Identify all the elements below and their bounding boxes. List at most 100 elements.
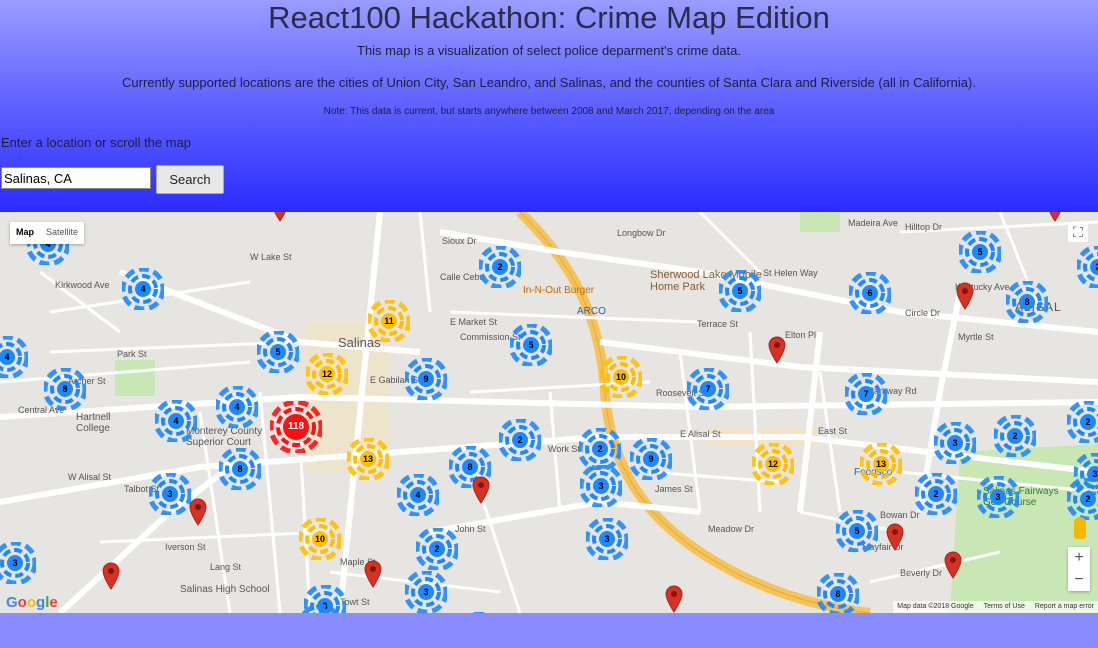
crime-cluster-marker[interactable]: 3: [934, 422, 976, 464]
cluster-count: 2: [1085, 494, 1091, 504]
crime-cluster-marker[interactable]: 7: [845, 373, 887, 415]
crime-cluster-marker[interactable]: 2: [499, 419, 541, 461]
crime-cluster-marker[interactable]: 6: [849, 272, 891, 314]
zoom-out-button[interactable]: −: [1068, 569, 1090, 591]
street-view-pegman-icon[interactable]: [1074, 517, 1086, 539]
report-error-link[interactable]: Report a map error: [1035, 601, 1094, 613]
zoom-in-button[interactable]: +: [1068, 547, 1090, 569]
map-type-satellite-button[interactable]: Satellite: [40, 222, 84, 244]
crime-location-pin-icon[interactable]: [102, 562, 120, 590]
crime-cluster-marker[interactable]: 5: [836, 510, 878, 552]
crime-location-pin-icon[interactable]: [364, 560, 382, 588]
crime-cluster-marker[interactable]: 3: [586, 518, 628, 560]
crime-cluster-marker[interactable]: 4: [397, 474, 439, 516]
crime-cluster-marker[interactable]: 2: [1077, 246, 1098, 288]
place-hartnell-college: Hartnell College: [76, 412, 111, 434]
crime-cluster-marker[interactable]: 4: [122, 268, 164, 310]
crime-location-pin-icon[interactable]: [768, 336, 786, 364]
cluster-count: 4: [415, 490, 421, 500]
crime-map[interactable]: Hartnell College Monterey County Superio…: [0, 212, 1098, 613]
crime-cluster-marker[interactable]: 4: [299, 605, 341, 613]
crime-location-pin-icon[interactable]: [886, 523, 904, 551]
cluster-count: 2: [497, 262, 503, 272]
street-label: W Lake St: [250, 252, 292, 262]
crime-cluster-marker[interactable]: 4: [155, 400, 197, 442]
cluster-count: 2: [1012, 431, 1018, 441]
crime-cluster-marker[interactable]: 12: [306, 353, 348, 395]
crime-cluster-marker[interactable]: 5: [510, 324, 552, 366]
street-label: Iverson St: [165, 542, 206, 552]
terms-link[interactable]: Terms of Use: [984, 601, 1025, 613]
crime-cluster-marker[interactable]: 12: [752, 443, 794, 485]
crime-location-pin-icon[interactable]: [1046, 212, 1064, 222]
crime-location-pin-icon[interactable]: [189, 498, 207, 526]
street-label: Bowan Dr: [880, 510, 920, 520]
crime-cluster-marker[interactable]: 4: [0, 336, 28, 378]
cluster-count: 8: [1024, 297, 1030, 307]
cluster-count: 13: [362, 454, 373, 464]
crime-cluster-marker[interactable]: 7: [687, 368, 729, 410]
cluster-count: 2: [597, 444, 603, 454]
crime-cluster-marker[interactable]: 2: [479, 246, 521, 288]
map-attribution: Map data ©2018 Google Terms of Use Repor…: [893, 601, 1098, 613]
cluster-count: 3: [12, 558, 18, 568]
cluster-count: 5: [854, 526, 860, 536]
crime-cluster-marker[interactable]: 3: [580, 465, 622, 507]
cluster-count: 2: [1095, 262, 1098, 272]
street-label: Work St: [548, 444, 580, 454]
place-in-n-out: In-N-Out Burger: [523, 285, 595, 296]
crime-cluster-marker[interactable]: 2: [915, 473, 957, 515]
crime-cluster-marker[interactable]: 11: [368, 300, 410, 342]
crime-cluster-marker[interactable]: 10: [600, 356, 642, 398]
crime-cluster-marker[interactable]: 3: [405, 571, 447, 613]
crime-cluster-marker[interactable]: 8: [44, 368, 86, 410]
crime-cluster-marker[interactable]: 8: [219, 448, 261, 490]
crime-location-pin-icon[interactable]: [472, 476, 490, 504]
cluster-count: 3: [598, 481, 604, 491]
crime-location-pin-icon[interactable]: [271, 212, 289, 222]
map-type-map-button[interactable]: Map: [10, 222, 40, 244]
supported-locations-text: Currently supported locations are the ci…: [122, 75, 976, 90]
crime-cluster-marker[interactable]: 9: [405, 358, 447, 400]
crime-cluster-marker[interactable]: 13: [860, 443, 902, 485]
crime-location-pin-icon[interactable]: [944, 551, 962, 579]
street-label: Elton Pl: [785, 330, 817, 340]
street-label: Park St: [117, 349, 147, 359]
crime-cluster-marker[interactable]: 8: [1006, 281, 1048, 323]
cluster-count: 5: [737, 286, 743, 296]
crime-cluster-marker[interactable]: 2: [1067, 478, 1098, 520]
crime-cluster-marker[interactable]: 5: [959, 231, 1001, 273]
cluster-count: 12: [321, 369, 332, 379]
crime-cluster-marker[interactable]: 4: [216, 386, 258, 428]
page-footer-band: [0, 613, 1098, 648]
crime-cluster-marker[interactable]: 2: [994, 415, 1036, 457]
crime-cluster-marker[interactable]: 2: [579, 428, 621, 470]
crime-cluster-marker[interactable]: 5: [719, 270, 761, 312]
crime-cluster-marker[interactable]: 5: [257, 331, 299, 373]
crime-cluster-marker[interactable]: 2: [1067, 401, 1098, 443]
crime-location-pin-icon[interactable]: [665, 585, 683, 613]
crime-cluster-marker[interactable]: 8: [817, 573, 859, 613]
location-search-input[interactable]: [1, 167, 151, 189]
crime-cluster-marker[interactable]: 2: [416, 528, 458, 570]
street-label: Calle Cebu: [440, 272, 485, 282]
street-label: Myrtle St: [958, 332, 994, 342]
cluster-count: 2: [933, 489, 939, 499]
page-subtitle: This map is a visualization of select po…: [357, 43, 741, 58]
crime-location-pin-icon[interactable]: [956, 282, 974, 310]
google-logo[interactable]: Google: [6, 594, 58, 611]
street-label: Hilltop Dr: [905, 222, 943, 232]
street-label: W Alisal St: [68, 472, 112, 482]
crime-cluster-marker[interactable]: 10: [299, 518, 341, 560]
crime-cluster-marker[interactable]: 9: [630, 438, 672, 480]
crime-cluster-marker[interactable]: 3: [149, 473, 191, 515]
zoom-control: + −: [1068, 547, 1090, 591]
page-header: React100 Hackathon: Crime Map Edition Th…: [0, 0, 1098, 212]
search-button[interactable]: Search: [156, 165, 224, 194]
crime-cluster-marker[interactable]: 3: [0, 542, 36, 584]
cluster-count: 3: [952, 438, 958, 448]
fullscreen-icon[interactable]: ⛶: [1068, 222, 1088, 242]
crime-cluster-marker[interactable]: 3: [977, 476, 1019, 518]
crime-cluster-marker[interactable]: 118: [270, 401, 322, 453]
crime-cluster-marker[interactable]: 13: [347, 438, 389, 480]
